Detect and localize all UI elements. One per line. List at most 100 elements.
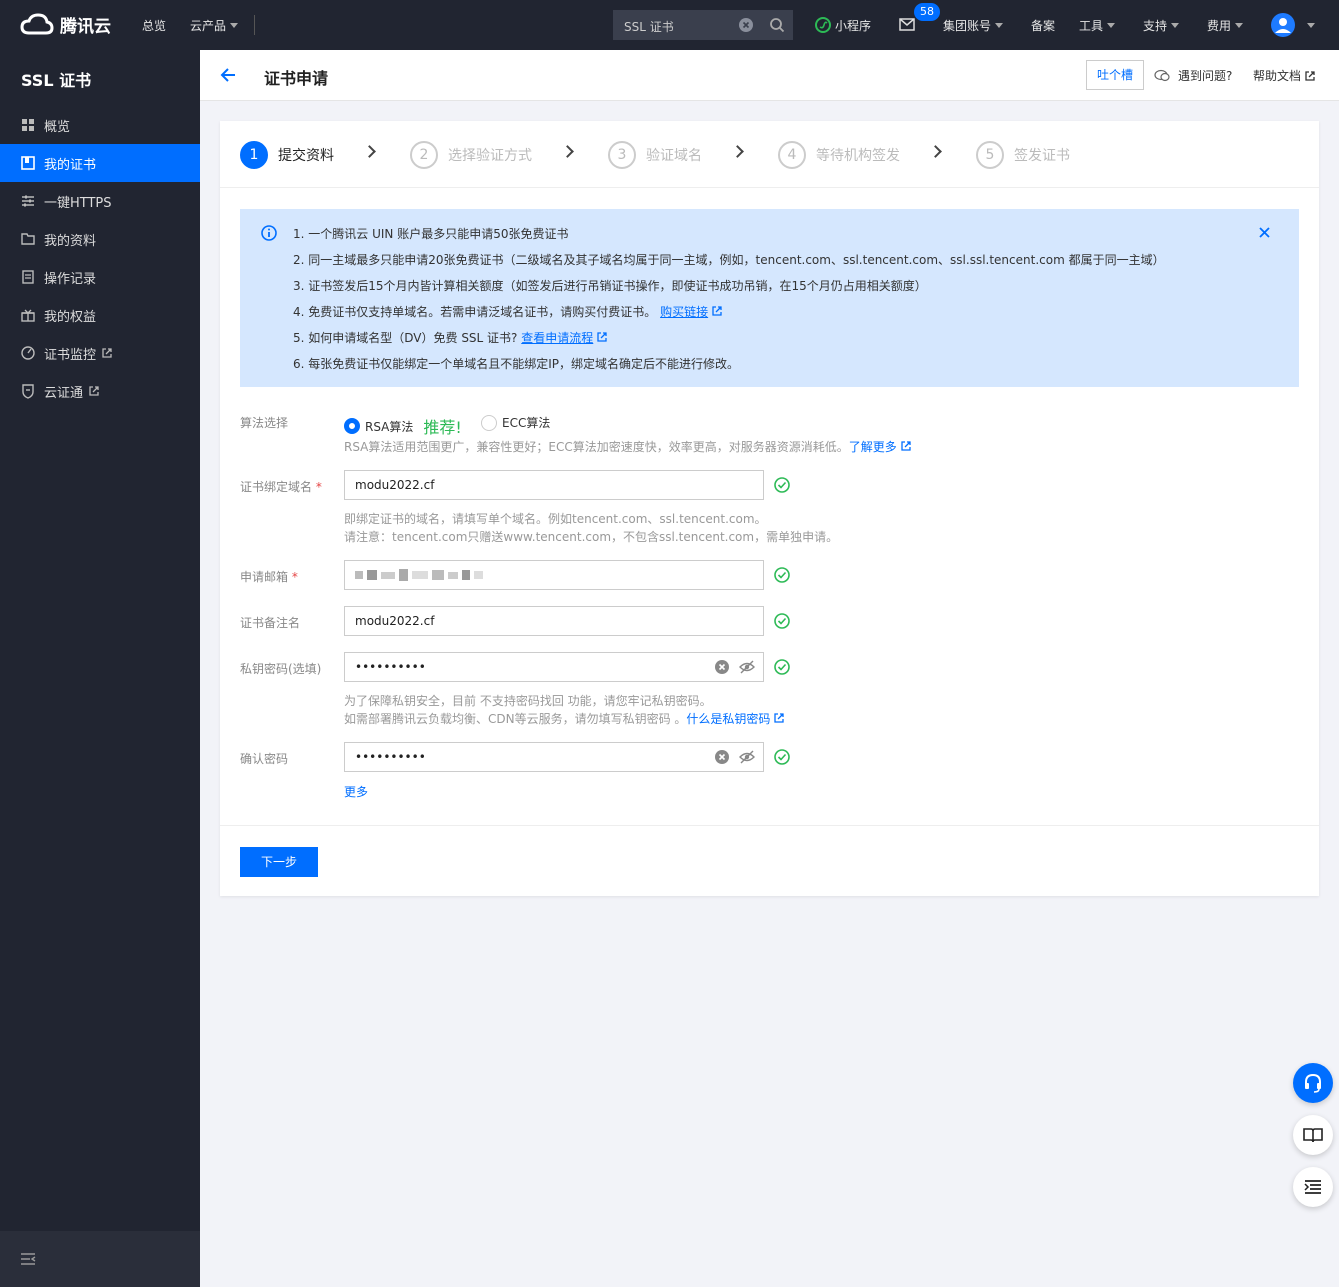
learn-more-link[interactable]: 了解更多 — [849, 440, 897, 454]
form-footer: 下一步 — [220, 825, 1319, 896]
menu-button[interactable] — [1293, 1167, 1333, 1207]
brand-logo[interactable]: 腾讯云 — [20, 12, 111, 37]
clear-icon[interactable] — [715, 750, 729, 764]
nav-tools[interactable]: 工具 — [1079, 0, 1116, 50]
check-circle-icon — [774, 567, 790, 583]
sidebar-title: SSL 证书 — [21, 71, 92, 90]
step-3: 3 验证域名 — [608, 141, 702, 169]
search-input[interactable]: SSL 证书 — [613, 10, 793, 40]
external-link-icon — [89, 386, 99, 396]
step-5: 5 签发证书 — [976, 141, 1070, 169]
sidebar-item-my-info[interactable]: 我的资料 — [0, 220, 200, 258]
sidebar-item-monitor[interactable]: 证书监控 — [0, 334, 200, 372]
page-title: 证书申请 — [264, 69, 329, 88]
recommend-tag: 推荐! — [423, 418, 462, 437]
sidebar-item-https[interactable]: 一键HTTPS — [0, 182, 200, 220]
confirm-password-input[interactable]: •••••••••• — [344, 742, 764, 772]
sidebar-collapse[interactable] — [0, 1231, 200, 1287]
top-navbar: 腾讯云 总览 云产品 SSL 证书 小程序 58 集团账号 备案 工具 支持 费… — [0, 0, 1339, 50]
chevron-down-icon — [230, 22, 239, 28]
notice-line-5: 5. 如何申请域名型（DV）免费 SSL 证书? 查看申请流程 — [293, 329, 607, 346]
remark-input[interactable]: modu2022.cf — [344, 606, 764, 636]
key-hint-1: 为了保障私钥安全，目前 不支持密码找回 功能，请您牢记私钥密码。 — [344, 694, 712, 708]
docs-button[interactable] — [1293, 1115, 1333, 1155]
collapse-icon — [21, 1253, 36, 1265]
customer-service-button[interactable] — [1293, 1063, 1333, 1103]
user-menu[interactable] — [1271, 13, 1315, 37]
sidebar-item-overview[interactable]: 概览 — [0, 106, 200, 144]
page-header: 证书申请 吐个槽 遇到问题? 帮助文档 — [200, 50, 1339, 101]
algo-hint: RSA算法适用范围更广，兼容性更好；ECC算法加密速度快，效率更高，对服务器资源… — [344, 438, 911, 455]
divider — [254, 15, 255, 35]
notice-line-1: 1. 一个腾讯云 UIN 账户最多只能申请50张免费证书 — [293, 227, 569, 241]
mail-badge: 58 — [914, 3, 940, 21]
domain-input[interactable]: modu2022.cf — [344, 470, 764, 500]
buy-link[interactable]: 购买链接 — [660, 305, 708, 319]
external-link-icon — [1305, 70, 1315, 81]
sidebar-item-benefits[interactable]: 我的权益 — [0, 296, 200, 334]
chevron-right-icon — [731, 145, 744, 158]
back-arrow-icon[interactable] — [220, 67, 236, 83]
close-icon[interactable] — [1259, 227, 1270, 238]
sidebar-item-cloudcert[interactable]: 云证通 — [0, 372, 200, 410]
stepper: 1 提交资料 2 选择验证方式 3 验证域名 4 等待机构签发 5 签发证书 — [220, 121, 1319, 188]
notice-box: 1. 一个腾讯云 UIN 账户最多只能申请50张免费证书 2. 同一主域最多只能… — [240, 209, 1299, 387]
notice-line-4: 4. 免费证书仅支持单域名。若需申请泛域名证书，请购买付费证书。 购买链接 — [293, 303, 722, 320]
notice-line-2: 2. 同一主域最多只能申请20张免费证书（二级域名及其子域名均属于同一主域，例如… — [293, 253, 1165, 267]
notice-line-6: 6. 每张免费证书仅能绑定一个单域名且不能绑定IP，绑定域名确定后不能进行修改。 — [293, 357, 740, 371]
key-password-input[interactable]: •••••••••• — [344, 652, 764, 682]
nav-miniprogram[interactable]: 小程序 — [815, 0, 871, 50]
gift-icon — [21, 309, 35, 322]
chevron-down-icon — [995, 22, 1004, 28]
sidebar-item-my-certs[interactable]: 我的证书 — [0, 144, 200, 182]
nav-billing[interactable]: 费用 — [1207, 0, 1244, 50]
chat-icon — [1154, 69, 1170, 81]
eye-off-icon[interactable] — [739, 750, 755, 764]
search-icon[interactable] — [769, 17, 785, 33]
radio-unchecked-icon — [481, 414, 497, 431]
nav-filing[interactable]: 备案 — [1031, 0, 1055, 50]
radio-rsa[interactable]: RSA算法 推荐! — [344, 414, 462, 438]
external-link-icon — [712, 306, 722, 316]
notice-line-3: 3. 证书签发后15个月内皆计算相关额度（如签发后进行吊销证书操作，即使证书成功… — [293, 279, 927, 293]
book-icon — [1303, 1128, 1323, 1143]
miniprogram-icon — [815, 17, 831, 33]
feedback-button[interactable]: 吐个槽 — [1086, 60, 1144, 90]
confirm-password-label: 确认密码 — [240, 752, 289, 766]
radio-ecc[interactable]: ECC算法 — [481, 414, 550, 431]
log-icon — [22, 270, 34, 284]
process-link[interactable]: 查看申请流程 — [521, 331, 593, 345]
avatar-icon — [1271, 13, 1295, 37]
key-hint-2: 如需部署腾讯云负载均衡、CDN等云服务，请勿填写私钥密码 。什么是私钥密码 — [344, 710, 784, 727]
eye-off-icon[interactable] — [739, 660, 755, 674]
nav-products[interactable]: 云产品 — [190, 0, 239, 50]
nav-group-account[interactable]: 集团账号 — [943, 0, 1004, 50]
list-indent-icon — [1304, 1180, 1321, 1194]
clear-icon[interactable] — [739, 18, 753, 32]
cert-icon — [21, 156, 35, 170]
chevron-down-icon — [1307, 22, 1315, 28]
problem-link[interactable]: 遇到问题? — [1154, 67, 1232, 84]
more-link[interactable]: 更多 — [344, 783, 368, 800]
folder-icon — [21, 233, 35, 245]
radio-checked-icon — [344, 418, 360, 434]
clear-icon[interactable] — [715, 660, 729, 674]
sidebar-item-logs[interactable]: 操作记录 — [0, 258, 200, 296]
next-step-button[interactable]: 下一步 — [240, 847, 318, 877]
external-link-icon — [102, 348, 112, 358]
nav-support[interactable]: 支持 — [1143, 0, 1180, 50]
domain-hint-2: 请注意：tencent.com只赠送www.tencent.com，不包含ssl… — [344, 530, 839, 544]
blurred-email — [355, 569, 483, 581]
mail-icon[interactable] — [899, 18, 915, 31]
step-1: 1 提交资料 — [240, 141, 334, 169]
help-docs-link[interactable]: 帮助文档 — [1253, 67, 1315, 84]
nav-overview[interactable]: 总览 — [142, 0, 166, 50]
chevron-down-icon — [1171, 22, 1180, 28]
check-circle-icon — [774, 749, 790, 765]
what-is-key-link[interactable]: 什么是私钥密码 — [686, 712, 770, 726]
chevron-right-icon — [929, 145, 942, 158]
chevron-right-icon — [561, 145, 574, 158]
domain-label: 证书绑定域名 * — [240, 480, 322, 494]
key-password-label: 私钥密码(选填) — [240, 662, 322, 676]
email-input[interactable] — [344, 560, 764, 590]
